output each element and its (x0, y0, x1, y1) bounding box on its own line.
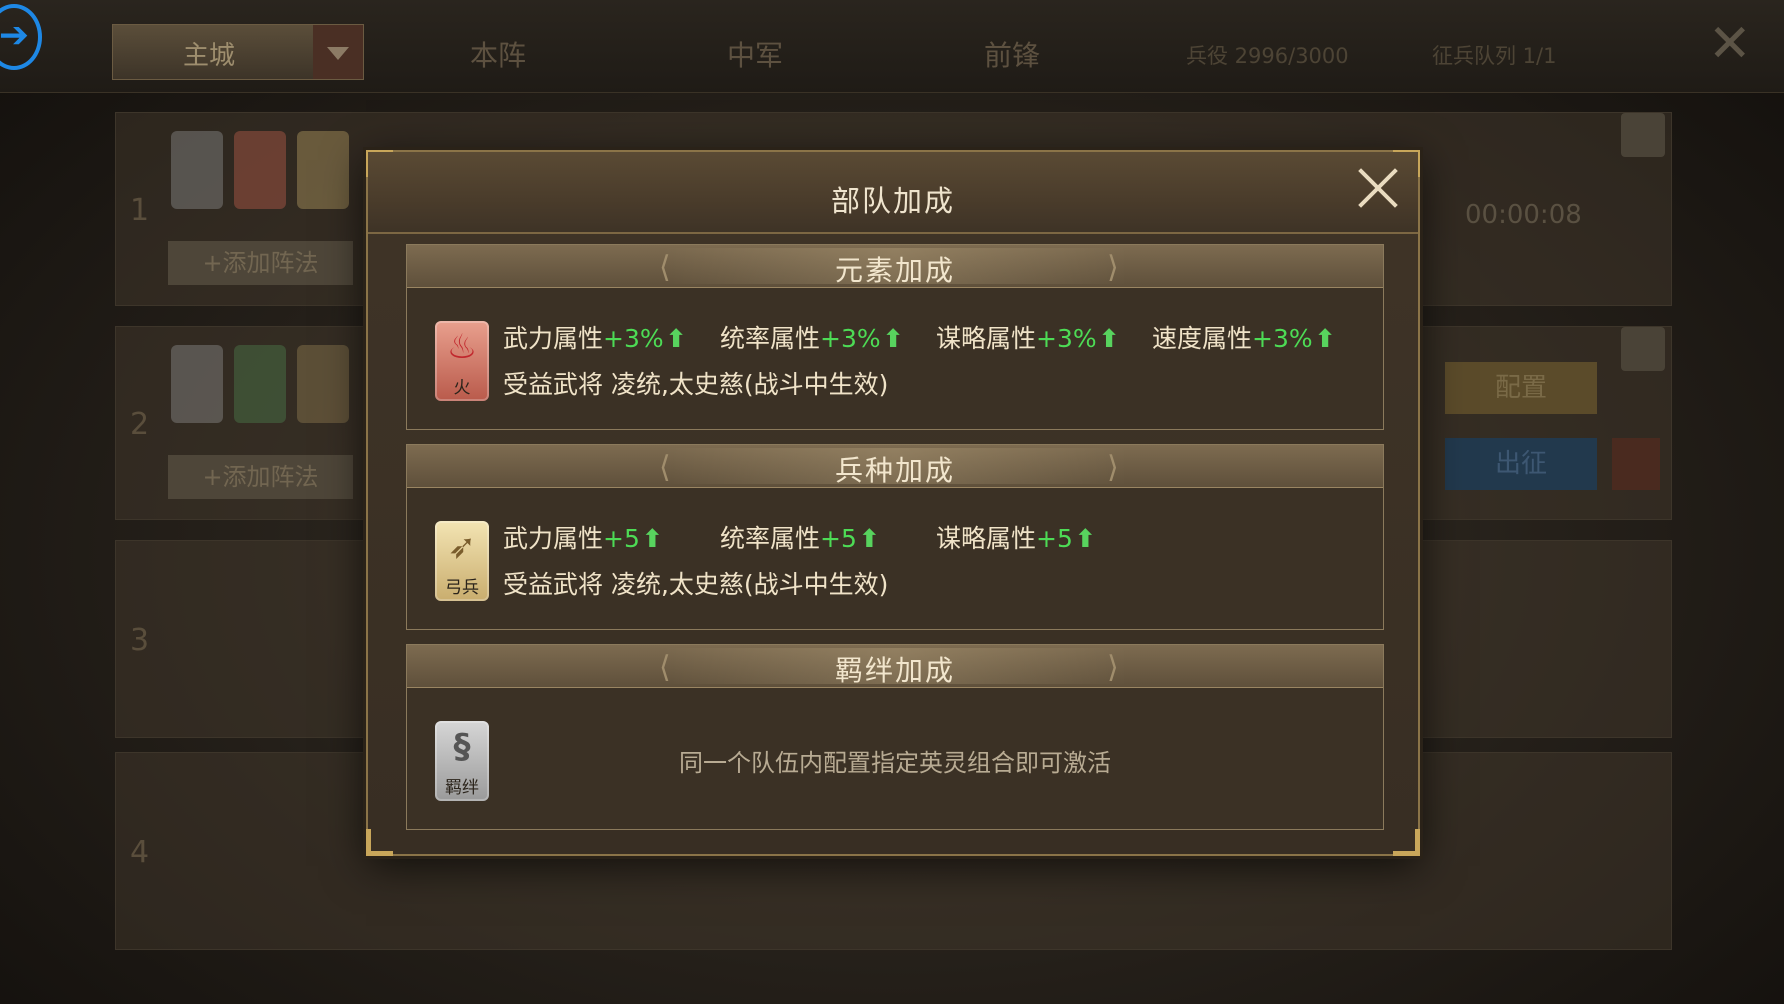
stat-command: 统率属性+5⬆ (720, 519, 880, 555)
frame-corner (366, 829, 393, 856)
city-dropdown-label: 主城 (183, 41, 236, 71)
archer-badge: ➶ 弓兵 (435, 521, 489, 601)
up-arrow-icon: ⬆ (858, 524, 880, 553)
fire-element-badge: ♨ 火 (435, 321, 489, 401)
chevron-down-icon[interactable] (313, 25, 363, 79)
slot-number: 3 (130, 623, 150, 658)
stat-value: +5 (603, 524, 640, 553)
close-icon[interactable]: ✕ (1708, 18, 1752, 70)
up-arrow-icon: ⬆ (1314, 324, 1336, 353)
stat-name: 统率属性 (720, 524, 821, 553)
section-header: ⟨ ⟩ 羁绊加成 (407, 645, 1383, 688)
back-arrow-icon[interactable]: ➔ (0, 4, 42, 70)
up-arrow-icon: ⬆ (1098, 324, 1120, 353)
bond-mini-icon (171, 131, 223, 209)
stat-name: 武力属性 (503, 524, 604, 553)
stat-name: 速度属性 (1152, 324, 1253, 353)
config-button[interactable]: 配置 (1445, 362, 1597, 414)
tab-vanguard[interactable]: 前锋 (984, 34, 1040, 74)
element-bonus-section: ⟨ ⟩ 元素加成 ♨ 火 武力属性+3%⬆ 统率属性+3%⬆ 谋略属性+3%⬆ … (406, 244, 1384, 430)
wood-mini-icon (234, 345, 286, 423)
section-title: 元素加成 (834, 254, 955, 287)
bow-mini-icon (297, 131, 349, 209)
section-title: 兵种加成 (834, 454, 955, 487)
stat-value: +3% (1036, 324, 1097, 353)
tab-middle-army[interactable]: 中军 (727, 34, 783, 74)
city-dropdown[interactable]: 主城 (112, 24, 364, 80)
up-arrow-icon: ⬆ (1074, 524, 1096, 553)
slot-number: 1 (130, 193, 150, 228)
section-title: 羁绊加成 (834, 654, 955, 687)
stat-name: 谋略属性 (936, 324, 1037, 353)
frame-corner (1393, 829, 1420, 856)
stat-name: 谋略属性 (936, 524, 1037, 553)
dialog-header: 部队加成 (368, 152, 1418, 234)
infantry-mini-icon (297, 345, 349, 423)
bond-mini-icon (171, 345, 223, 423)
close-button[interactable] (1356, 166, 1400, 210)
up-arrow-icon: ⬆ (882, 324, 904, 353)
stat-value: +5 (820, 524, 857, 553)
tab-main-camp[interactable]: 本阵 (470, 34, 526, 74)
recruit-queue: 征兵队列 1/1 (1432, 44, 1557, 68)
march-button[interactable]: 出征 (1445, 438, 1597, 490)
top-bar: ➔ 主城 本阵 中军 前锋 兵役 2996/3000 征兵队列 1/1 ✕ (0, 0, 1784, 93)
troop-count: 兵役 2996/3000 (1186, 44, 1349, 68)
fire-mini-icon (234, 131, 286, 209)
share-icon[interactable] (1621, 327, 1665, 371)
stat-value: +3% (1252, 324, 1313, 353)
up-arrow-icon: ⬆ (641, 524, 663, 553)
stat-value: +3% (603, 324, 664, 353)
unit-type-bonus-section: ⟨ ⟩ 兵种加成 ➶ 弓兵 武力属性+5⬆ 统率属性+5⬆ 谋略属性+5⬆ 受益… (406, 444, 1384, 630)
slot-number: 4 (130, 835, 150, 870)
stat-strategy: 谋略属性+5⬆ (936, 519, 1096, 555)
bond-bonus-section: ⟨ ⟩ 羁绊加成 § 羁绊 同一个队伍内配置指定英灵组合即可激活 (406, 644, 1384, 830)
add-formation-button[interactable]: +添加阵法 (168, 455, 353, 499)
bond-description: 同一个队伍内配置指定英灵组合即可激活 (679, 749, 1111, 777)
troop-bonus-dialog: 部队加成 ⟨ ⟩ 元素加成 ♨ 火 武力属性+3%⬆ 统率属性+3%⬆ 谋略属性… (366, 150, 1420, 856)
section-header: ⟨ ⟩ 元素加成 (407, 245, 1383, 288)
dialog-title: 部队加成 (830, 184, 955, 218)
stat-force: 武力属性+3%⬆ (503, 319, 687, 355)
stat-value: +5 (1036, 524, 1073, 553)
beneficiary-text: 受益武将 凌统,太史慈(战斗中生效) (503, 570, 889, 599)
share-icon[interactable] (1621, 113, 1665, 157)
add-formation-button[interactable]: +添加阵法 (168, 241, 353, 285)
stat-speed: 速度属性+3%⬆ (1152, 319, 1336, 355)
badge-label: 弓兵 (445, 578, 479, 598)
stat-name: 统率属性 (720, 324, 821, 353)
bow-icon: ➶ (447, 527, 477, 567)
up-arrow-icon: ⬆ (665, 324, 687, 353)
fast-forward-icon[interactable] (1612, 438, 1660, 490)
beneficiary-text: 受益武将 凌统,太史慈(战斗中生效) (503, 370, 889, 399)
stat-command: 统率属性+3%⬆ (720, 319, 904, 355)
march-timer: 00:00:08 (1465, 200, 1582, 230)
stat-value: +3% (820, 324, 881, 353)
badge-label: 火 (453, 378, 471, 398)
slot-number: 2 (130, 407, 150, 442)
stat-force: 武力属性+5⬆ (503, 519, 663, 555)
section-header: ⟨ ⟩ 兵种加成 (407, 445, 1383, 488)
stat-name: 武力属性 (503, 324, 604, 353)
stat-strategy: 谋略属性+3%⬆ (936, 319, 1120, 355)
fire-icon: ♨ (446, 327, 478, 367)
